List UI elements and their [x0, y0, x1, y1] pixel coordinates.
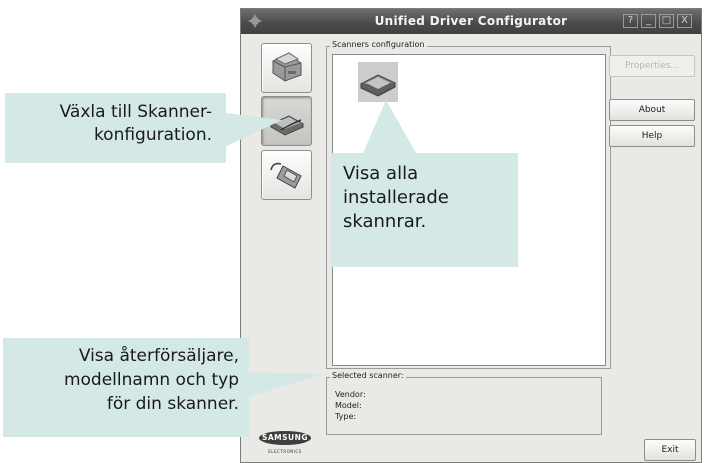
- callout-line: Visa återförsäljare,: [78, 346, 239, 366]
- show-scanners-callout: Visa alla installerade skannrar.: [331, 153, 518, 267]
- scanners-callout-pointer: [360, 100, 420, 160]
- callout-line: konfiguration.: [93, 125, 212, 145]
- callout-line: modellnamn och typ: [63, 370, 239, 390]
- switch-callout-pointer: [218, 112, 282, 150]
- callout-line: för din skanner.: [106, 394, 239, 414]
- switch-to-scanner-callout: Växla till Skanner- konfiguration.: [5, 93, 226, 163]
- callout-line: installerade: [343, 187, 449, 208]
- callout-line: skannrar.: [343, 211, 427, 232]
- scanner-info-callout: Visa återförsäljare, modellnamn och typ …: [3, 338, 249, 437]
- callout-line: Visa alla: [343, 163, 419, 184]
- info-callout-pointer: [240, 372, 322, 400]
- callout-line: Växla till Skanner-: [59, 102, 212, 122]
